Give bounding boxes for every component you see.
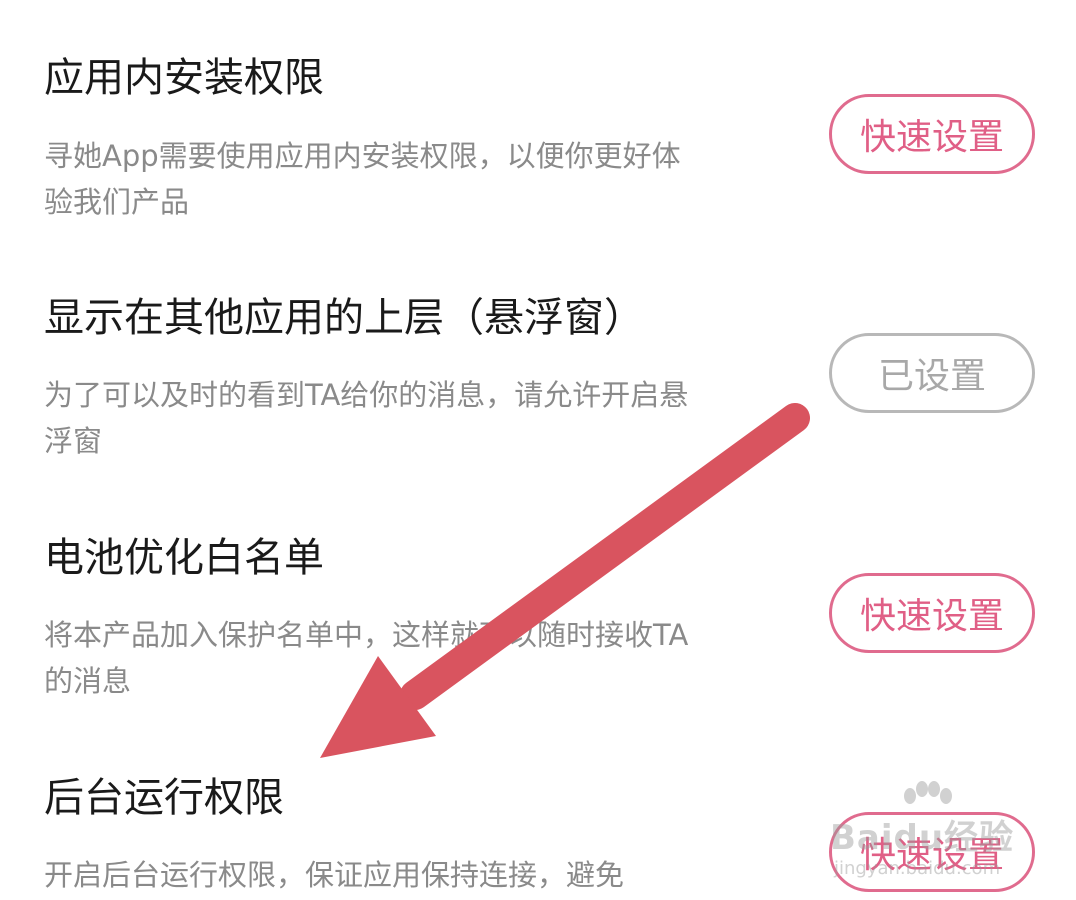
quick-setup-button[interactable]: 快速设置 bbox=[829, 812, 1035, 892]
permission-title: 应用内安装权限 bbox=[44, 55, 324, 101]
quick-setup-button[interactable]: 快速设置 bbox=[829, 573, 1035, 653]
permission-title: 显示在其他应用的上层（悬浮窗） bbox=[44, 295, 644, 341]
permission-title: 电池优化白名单 bbox=[44, 535, 324, 581]
permission-description: 寻她App需要使用应用内安装权限，以便你更好体验我们产品 bbox=[44, 139, 681, 219]
permission-description: 开启后台运行权限，保证应用保持连接，避免 bbox=[44, 858, 625, 892]
permission-title: 后台运行权限 bbox=[44, 775, 284, 821]
permission-description: 为了可以及时的看到TA给你的消息，请允许开启悬浮窗 bbox=[44, 378, 689, 458]
quick-setup-button[interactable]: 快速设置 bbox=[829, 94, 1035, 174]
already-set-button[interactable]: 已设置 bbox=[829, 333, 1035, 413]
permission-description: 将本产品加入保护名单中，这样就可以随时接收TA的消息 bbox=[44, 618, 689, 698]
